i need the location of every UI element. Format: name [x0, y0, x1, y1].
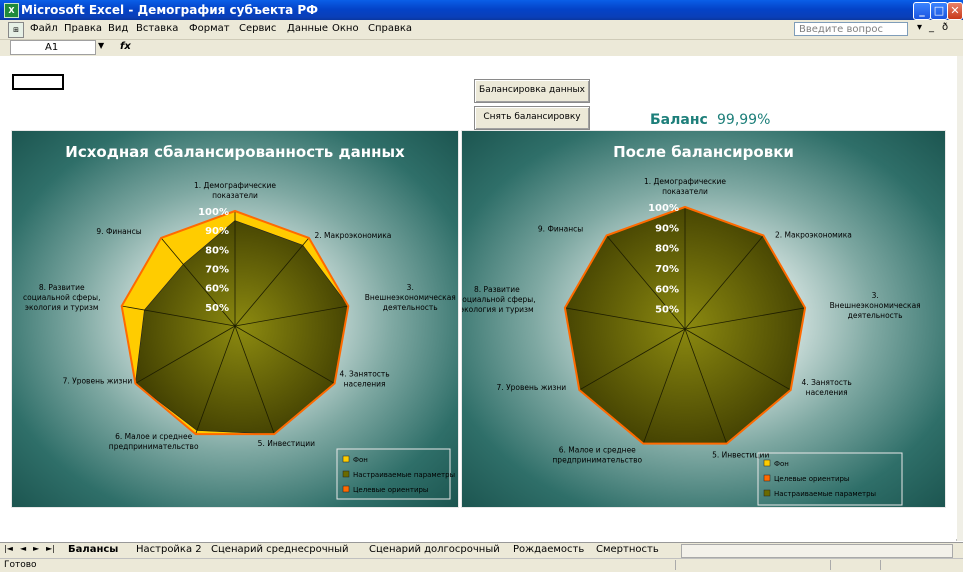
status-panel	[830, 560, 851, 570]
axis-tick-label: 70%	[205, 265, 229, 276]
doc-minimize-button[interactable]: _	[929, 22, 934, 33]
menu-help[interactable]: Справка	[368, 23, 412, 34]
legend-label: Фон	[774, 460, 789, 468]
category-label: 8. Развитие социальной сферы, экология и т…	[23, 283, 100, 312]
category-label: 1. Демографические показатели	[644, 177, 726, 196]
sheet-tab-mortality[interactable]: Смертность	[596, 544, 659, 555]
legend-label: Настраиваемые параметры	[353, 471, 455, 479]
sheet-tab-bar: |◄ ◄ ► ►| Балансы Настройка 2 Сценарий с…	[0, 542, 963, 558]
axis-tick-label: 90%	[655, 223, 679, 234]
window-title: Microsoft Excel - Демография субъекта РФ	[21, 3, 319, 17]
chart-after-balance[interactable]: После балансировки 50% 60% 70% 80% 90% 100% 1.…	[461, 130, 946, 508]
axis-tick-label: 100%	[648, 203, 679, 214]
sheet-tab-settings-2[interactable]: Настройка 2	[136, 544, 202, 555]
sheet-tab-balances[interactable]: Балансы	[68, 544, 118, 555]
menu-format[interactable]: Формат	[189, 23, 230, 34]
prev-sheet-button[interactable]: ◄	[20, 544, 26, 553]
sheet-tab-birth-rate[interactable]: Рождаемость	[513, 544, 584, 555]
legend-swatch	[342, 455, 350, 463]
first-sheet-button[interactable]: |◄	[4, 544, 13, 553]
axis-tick-label: 60%	[205, 284, 229, 295]
status-bar: Готово	[0, 558, 963, 572]
ask-dropdown-icon[interactable]: ▾	[917, 22, 922, 33]
workbook-icon[interactable]: ⊞	[8, 22, 24, 38]
name-box-dropdown-icon[interactable]: ▼	[98, 41, 104, 50]
radar-chart: 50% 60% 70% 80% 90% 100% 1. Демографические пок…	[462, 177, 921, 506]
sheet-tab-mid-term[interactable]: Сценарий среднесрочный	[211, 544, 349, 555]
category-label: 6. Малое и среднее предпринимательство	[552, 446, 642, 465]
axis-tick-label: 50%	[205, 303, 229, 314]
category-label: 1. Демографические показатели	[194, 181, 276, 200]
menu-data[interactable]: Данные	[287, 23, 328, 34]
category-label: 3. Внешнеэкономическая деятельность	[365, 283, 456, 312]
category-label: 2. Макроэкономика	[775, 231, 852, 240]
formula-bar: A1 ▼ fx	[0, 40, 963, 57]
category-label: 5. Инвестиции	[258, 439, 315, 448]
legend-swatch	[763, 474, 771, 482]
category-label: 4. Занятость населения	[339, 370, 389, 389]
legend-swatch	[763, 489, 771, 497]
sheet-tab-long-term[interactable]: Сценарий долгосрочный	[369, 544, 500, 555]
axis-tick-label: 90%	[205, 226, 229, 237]
remove-balance-button[interactable]: Снять балансировку	[474, 106, 590, 130]
legend-swatch	[342, 470, 350, 478]
category-label: 4. Занятость населения	[802, 378, 852, 397]
axis-tick-label: 50%	[655, 305, 679, 316]
status-panel	[675, 560, 716, 570]
category-label: 2. Макроэкономика	[314, 231, 391, 240]
category-label: 6. Малое и среднее предпринимательство	[109, 432, 199, 451]
category-label: 5. Инвестиции	[712, 451, 769, 460]
axis-tick-label: 70%	[655, 264, 679, 275]
doc-restore-button[interactable]: ð	[942, 22, 948, 33]
legend-label: Целевые ориентиры	[353, 486, 428, 494]
balance-data-button[interactable]: Балансировка данных	[474, 79, 590, 103]
legend-label: Фон	[353, 456, 368, 464]
menu-insert[interactable]: Вставка	[136, 23, 178, 34]
status-panel	[880, 560, 901, 570]
menu-file[interactable]: Файл	[30, 23, 58, 34]
axis-tick-label: 100%	[198, 207, 229, 218]
axis-tick-label: 80%	[205, 245, 229, 256]
name-box[interactable]: A1	[10, 40, 96, 55]
axis-tick-label: 80%	[655, 244, 679, 255]
status-text: Готово	[4, 560, 37, 570]
next-sheet-button[interactable]: ►	[33, 544, 39, 553]
chart-initial-balance[interactable]: Исходная сбалансированность данных 50% 60…	[11, 130, 459, 508]
axis-tick-label: 60%	[655, 284, 679, 295]
selected-cell[interactable]	[12, 74, 64, 90]
ask-question-input[interactable]: Введите вопрос	[794, 22, 908, 36]
legend-label: Настраиваемые параметры	[774, 490, 876, 498]
category-label: 9. Финансы	[96, 227, 141, 236]
legend-swatch	[763, 459, 771, 467]
minimize-button[interactable]: _	[913, 2, 931, 20]
menu-view[interactable]: Вид	[108, 23, 128, 34]
category-label: 7. Уровень жизни	[63, 377, 133, 386]
category-label: 7. Уровень жизни	[497, 383, 567, 392]
title-bar: X Microsoft Excel - Демография субъекта …	[0, 0, 963, 20]
legend-label: Целевые ориентиры	[774, 475, 849, 483]
category-label: 8. Развитие социальной сферы, экология и т…	[462, 285, 536, 314]
excel-icon: X	[4, 3, 19, 18]
category-label: 9. Финансы	[538, 225, 583, 234]
balance-label: Баланс	[650, 112, 708, 128]
fx-icon[interactable]: fx	[120, 41, 131, 52]
worksheet[interactable]: Балансировка данных Снять балансировку Б…	[0, 56, 957, 539]
category-label: 3. Внешнеэкономическая деятельность	[830, 291, 921, 320]
menu-edit[interactable]: Правка	[64, 23, 102, 34]
close-button[interactable]: ✕	[947, 2, 963, 20]
vertical-scrollbar[interactable]	[956, 56, 963, 541]
horizontal-scrollbar[interactable]	[681, 544, 953, 558]
balance-value: 99,99%	[717, 112, 771, 128]
menu-bar: ⊞ Файл Правка Вид Вставка Формат Сервис …	[0, 20, 963, 40]
last-sheet-button[interactable]: ►|	[46, 544, 55, 553]
radar-chart: 50% 60% 70% 80% 90% 100% 1. Демографические пок…	[23, 181, 456, 500]
maximize-button[interactable]: □	[930, 2, 948, 20]
menu-window[interactable]: Окно	[332, 23, 359, 34]
menu-tools[interactable]: Сервис	[239, 23, 276, 34]
legend-swatch	[342, 485, 350, 493]
